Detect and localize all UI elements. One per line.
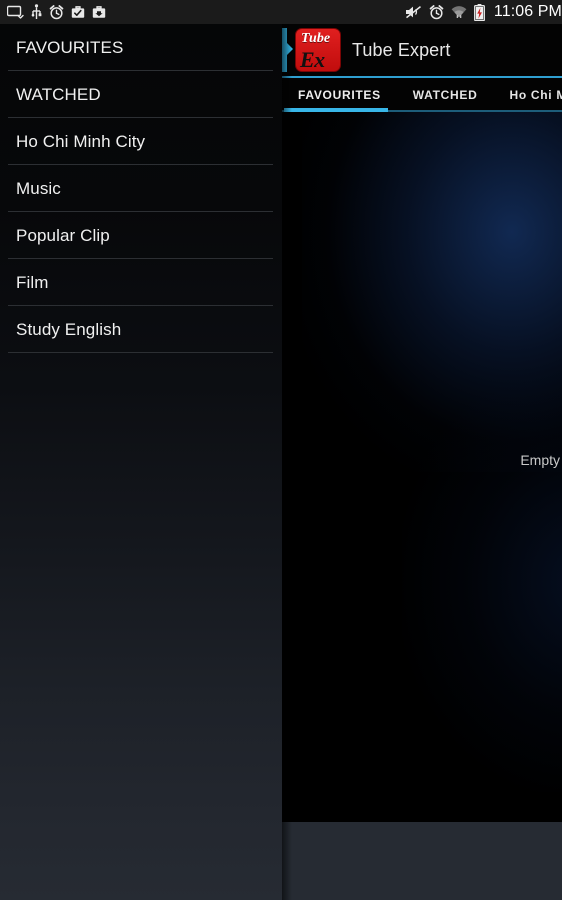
- sidebar-item-music[interactable]: Music: [0, 165, 282, 211]
- sidebar-item-favourites[interactable]: FAVOURITES: [0, 24, 282, 70]
- sidebar-item-label: FAVOURITES: [16, 37, 124, 57]
- app-logo-icon: Tube Ex: [295, 28, 341, 72]
- sidebar-item-label: Ho Chi Minh City: [16, 131, 146, 151]
- alarm-set-icon: [429, 4, 444, 19]
- content-area: Empty: [282, 112, 562, 822]
- main-panel: Tube Ex Tube Expert FAVOURITES WATCHED H…: [282, 24, 562, 822]
- app-download-icon: [92, 6, 106, 18]
- sidebar-item-label: WATCHED: [16, 84, 101, 104]
- navigation-drawer: FAVOURITES WATCHED Ho Chi Minh City Musi…: [0, 24, 282, 900]
- app-header: Tube Ex Tube Expert: [282, 24, 562, 76]
- sidebar-item-label: Study English: [16, 319, 122, 339]
- logo-top-text: Tube: [301, 31, 331, 46]
- status-bar-right-icons: [405, 3, 493, 21]
- bottom-slate-area: [282, 822, 562, 900]
- usb-icon: [31, 4, 42, 19]
- status-bar-clock: 11:06 PM: [493, 3, 562, 20]
- sidebar-item-label: Popular Clip: [16, 225, 110, 245]
- sidebar-item-ho-chi-minh-city[interactable]: Ho Chi Minh City: [0, 118, 282, 164]
- empty-state-label: Empty: [520, 452, 560, 468]
- battery-charging-icon: [473, 3, 485, 21]
- sidebar-item-watched[interactable]: WATCHED: [0, 71, 282, 117]
- tab-ho-chi-minh-city-label: Ho Chi Minh City: [509, 88, 562, 102]
- logo-bottom-text: Ex: [300, 47, 325, 72]
- sidebar-item-popular-clip[interactable]: Popular Clip: [0, 212, 282, 258]
- screen-cast-icon: [7, 5, 24, 19]
- status-bar: 11:06 PM: [0, 0, 562, 24]
- sidebar-item-film[interactable]: Film: [0, 259, 282, 305]
- sidebar-divider: [8, 352, 273, 353]
- tab-watched[interactable]: WATCHED: [397, 78, 494, 112]
- drawer-arrow-icon[interactable]: [287, 43, 293, 55]
- tab-bar: FAVOURITES WATCHED Ho Chi Minh City: [282, 78, 562, 112]
- tab-favourites-label: FAVOURITES: [298, 88, 381, 102]
- alarm-icon: [49, 4, 64, 19]
- mute-icon: [405, 6, 421, 19]
- app-title: Tube Expert: [352, 39, 451, 60]
- tab-favourites[interactable]: FAVOURITES: [282, 78, 397, 112]
- sidebar-item-study-english[interactable]: Study English: [0, 306, 282, 352]
- app-install-icon: [71, 6, 85, 18]
- sidebar-item-label: Film: [16, 272, 49, 292]
- sidebar-item-label: Music: [16, 178, 61, 198]
- status-bar-left-icons: [0, 4, 106, 20]
- wifi-icon: [451, 6, 467, 18]
- background-glow-secondary: [402, 372, 562, 792]
- device-screen: Tube Ex Tube Expert FAVOURITES WATCHED H…: [0, 0, 562, 900]
- background-glow: [302, 112, 562, 472]
- tab-watched-label: WATCHED: [412, 88, 478, 102]
- tab-ho-chi-minh-city[interactable]: Ho Chi Minh City: [493, 78, 562, 112]
